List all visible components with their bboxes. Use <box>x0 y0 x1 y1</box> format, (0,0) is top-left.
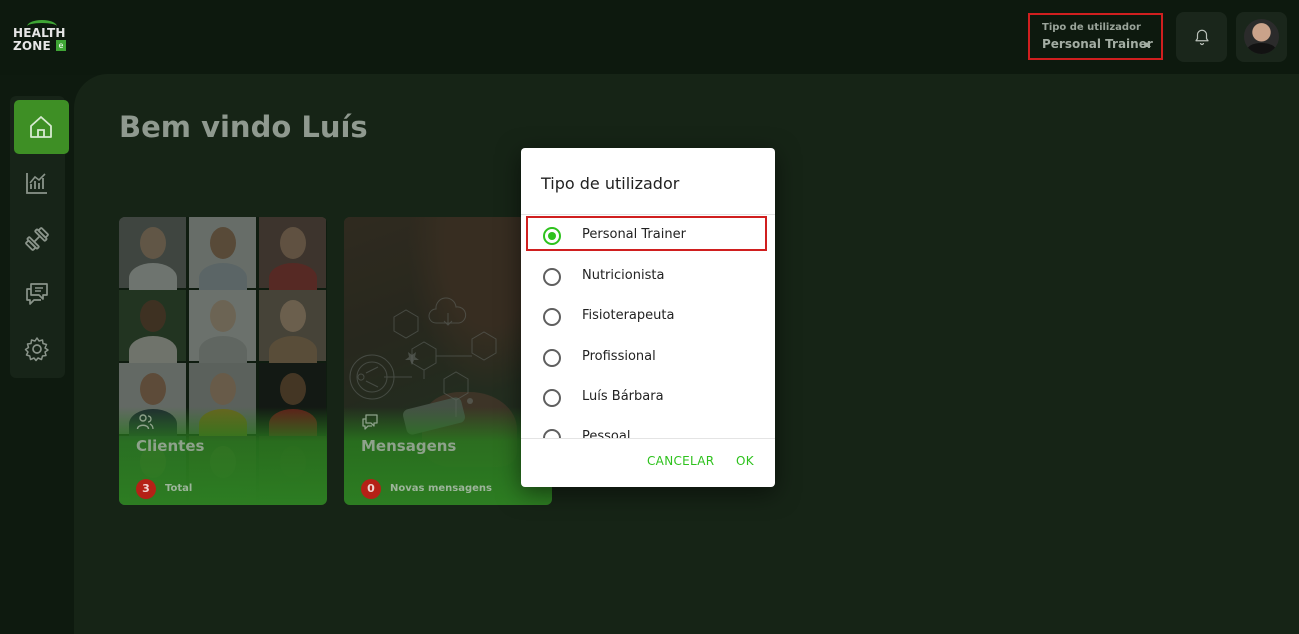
clients-count-label: Total <box>165 483 193 494</box>
option-pessoal[interactable]: Pessoal <box>521 417 775 438</box>
sidebar-item-messages[interactable] <box>10 266 65 320</box>
option-profissional[interactable]: Profissional <box>521 337 775 377</box>
sidebar-item-settings[interactable] <box>10 322 65 376</box>
option-label: Profissional <box>582 349 656 364</box>
option-luis-barbara[interactable]: Luís Bárbara <box>521 377 775 417</box>
sidebar-item-workouts[interactable] <box>10 212 65 266</box>
profile-button[interactable] <box>1236 12 1287 62</box>
radio-icon[interactable] <box>543 429 561 438</box>
avatar <box>1244 19 1279 54</box>
chat-icon <box>26 283 48 305</box>
logo-badge: e <box>56 40 66 51</box>
avatar-shirt <box>1247 43 1276 54</box>
chart-icon <box>26 173 47 194</box>
dumbbell-icon <box>25 227 49 251</box>
user-type-value: Personal Trainer <box>1042 37 1153 51</box>
option-label: Personal Trainer <box>582 227 686 242</box>
option-personal-trainer[interactable]: Personal Trainer <box>521 215 775 255</box>
logo-line2: ZONE <box>13 39 51 53</box>
radio-selected-icon[interactable] <box>543 227 561 245</box>
ok-button[interactable]: OK <box>736 454 754 468</box>
option-label: Nutricionista <box>582 268 665 283</box>
messages-count-label: Novas mensagens <box>390 483 492 494</box>
radio-icon[interactable] <box>543 308 561 326</box>
page-title: Bem vindo Luís <box>119 110 368 144</box>
clients-card[interactable]: Clientes 3 Total <box>119 217 327 505</box>
bell-icon <box>1195 29 1209 46</box>
top-bar: HEALTH ZONE e Tipo de utilizador Persona… <box>0 0 1299 75</box>
messages-card-title: Mensagens <box>361 437 457 455</box>
option-fisioterapeuta[interactable]: Fisioterapeuta <box>521 296 775 336</box>
dialog-divider-bottom <box>521 438 775 439</box>
sidebar <box>10 96 69 378</box>
radio-icon[interactable] <box>543 389 561 407</box>
user-type-dialog: Tipo de utilizador Personal Trainer Nutr… <box>521 148 775 487</box>
users-icon <box>136 414 154 430</box>
notifications-button[interactable] <box>1176 12 1227 62</box>
user-type-selector[interactable]: Tipo de utilizador Personal Trainer <box>1028 13 1163 60</box>
option-label: Pessoal <box>582 429 631 438</box>
dialog-options-list[interactable]: Personal Trainer Nutricionista Fisiotera… <box>521 215 775 438</box>
logo-line1: HEALTH <box>13 26 66 40</box>
message-icon <box>362 414 378 430</box>
cancel-button[interactable]: CANCELAR <box>647 454 714 468</box>
clients-card-title: Clientes <box>136 437 205 455</box>
radio-icon[interactable] <box>543 268 561 286</box>
health-zone-logo[interactable]: HEALTH ZONE e <box>13 20 69 54</box>
gear-icon <box>24 337 49 362</box>
option-label: Fisioterapeuta <box>582 308 675 323</box>
home-icon <box>30 116 52 138</box>
option-nutricionista[interactable]: Nutricionista <box>521 256 775 296</box>
sidebar-item-statistics[interactable] <box>10 156 65 210</box>
clients-count-badge: 3 <box>136 479 156 499</box>
messages-count-badge: 0 <box>361 479 381 499</box>
user-type-label: Tipo de utilizador <box>1042 22 1141 33</box>
option-label: Luís Bárbara <box>582 389 664 404</box>
dialog-title: Tipo de utilizador <box>541 174 680 193</box>
caret-up-icon <box>1143 42 1151 47</box>
sidebar-item-home[interactable] <box>14 100 69 154</box>
radio-icon[interactable] <box>543 349 561 367</box>
